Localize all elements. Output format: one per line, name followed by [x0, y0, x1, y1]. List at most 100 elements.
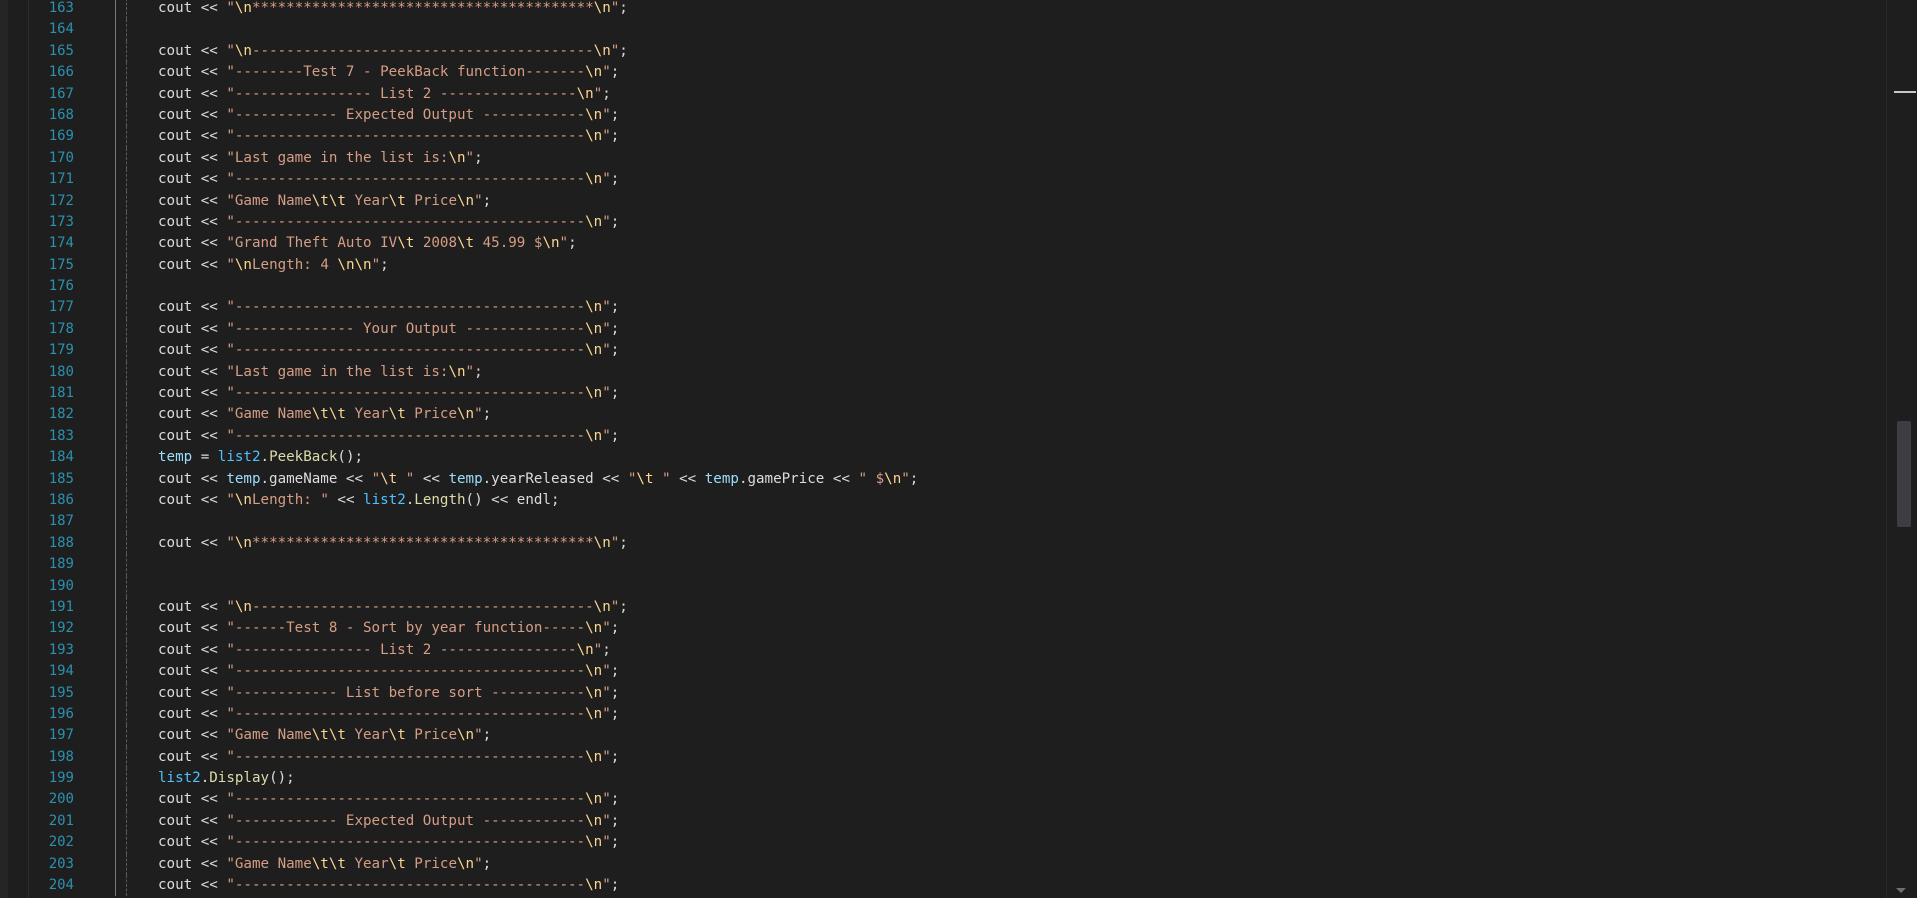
code-token: "	[602, 620, 611, 637]
line-number: 171	[48, 171, 74, 188]
code-line[interactable]: 166 cout << "--------Test 7 - PeekBack fu…	[0, 62, 1880, 84]
code-line[interactable]: 194 cout << "----------------------------…	[0, 661, 1880, 683]
code-token: \t\t	[311, 192, 346, 209]
code-line[interactable]: 183 cout << "----------------------------…	[0, 425, 1880, 448]
code-text: cout << "--------Test 7 - PeekBack funct…	[158, 62, 619, 83]
fold-guide	[115, 318, 116, 341]
code-line[interactable]: 164	[0, 19, 1880, 41]
code-line[interactable]: 165 cout << "\n--------------------------…	[0, 40, 1880, 63]
code-line[interactable]: 187	[0, 511, 1880, 533]
code-line[interactable]: 188 cout << "\n**************************…	[0, 532, 1880, 555]
fold-guide	[115, 169, 116, 191]
code-line[interactable]: 197 cout << "Game Name\t\t Year\t Price\n…	[0, 725, 1880, 747]
code-token: \n	[585, 684, 603, 701]
code-line[interactable]: 199 list2.Display();	[0, 768, 1880, 790]
code-line[interactable]: 163 cout << "\n**************************…	[0, 0, 1880, 20]
code-token: "	[602, 684, 611, 701]
code-token: "	[226, 0, 235, 16]
code-line[interactable]: 204 cout << "----------------------------…	[0, 875, 1880, 897]
scrollbar-thumb[interactable]	[1897, 421, 1911, 527]
code-line[interactable]: 195 cout << "------------ List before sor…	[0, 682, 1880, 704]
code-token: .	[200, 770, 210, 787]
code-line[interactable]: 172 cout << "Game Name\t\t Year\t Price\n…	[0, 190, 1880, 212]
code-line[interactable]: 180 cout << "Last game in the list is:\n"…	[0, 361, 1880, 384]
code-line[interactable]: 185 cout << temp.gameName << "\t " << tem…	[0, 468, 1880, 490]
code-line[interactable]: 173 cout << "----------------------------…	[0, 211, 1880, 234]
code-line[interactable]: 200 cout << "----------------------------…	[0, 789, 1880, 811]
code-line[interactable]: 167 cout << "---------------- List 2 ----…	[0, 83, 1880, 105]
code-token: \n	[457, 727, 475, 744]
code-token: \n	[576, 641, 594, 658]
code-line[interactable]: 171 cout << "----------------------------…	[0, 169, 1880, 191]
code-token: "	[593, 85, 603, 102]
code-line[interactable]: 201 cout << "------------ Expected Output…	[0, 810, 1880, 833]
fold-guide	[115, 789, 116, 811]
code-line[interactable]: 179 cout << "----------------------------…	[0, 340, 1880, 362]
code-token: ;	[610, 877, 620, 894]
code-line[interactable]: 192 cout << "------Test 8 - Sort by year …	[0, 618, 1880, 640]
code-token: \n	[585, 171, 603, 188]
code-line[interactable]: 198 cout << "----------------------------…	[0, 746, 1880, 769]
code-line[interactable]: 202 cout << "----------------------------…	[0, 832, 1880, 854]
code-line[interactable]: 182 cout << "Game Name\t\t Year\t Price\n…	[0, 404, 1880, 426]
code-line[interactable]: 196 cout << "----------------------------…	[0, 703, 1880, 726]
code-token: \n	[234, 534, 252, 551]
code-token: <<	[328, 491, 364, 508]
code-line[interactable]: 193 cout << "---------------- List 2 ----…	[0, 639, 1880, 662]
indent-guide	[126, 0, 127, 20]
fold-guide	[115, 596, 116, 619]
code-token: "	[593, 641, 603, 658]
code-token: "---------------------------------------…	[226, 834, 586, 851]
code-token: \n	[585, 834, 603, 851]
fold-guide	[115, 554, 116, 576]
code-token: \n	[593, 534, 611, 551]
code-token: \t	[388, 192, 406, 209]
code-text: cout << "-------------------------------…	[158, 832, 619, 853]
line-number: 204	[48, 877, 74, 894]
indent-guide	[126, 340, 127, 362]
code-text: cout << "-------------------------------…	[158, 747, 619, 768]
line-number: 200	[48, 791, 74, 808]
code-line[interactable]: 181 cout << "----------------------------…	[0, 383, 1880, 405]
code-line[interactable]: 189	[0, 554, 1880, 576]
code-line[interactable]: 169 cout << "----------------------------…	[0, 126, 1880, 148]
line-number: 166	[48, 64, 74, 81]
code-line[interactable]: 191 cout << "\n--------------------------…	[0, 596, 1880, 619]
code-line[interactable]: 176	[0, 276, 1880, 298]
code-token: cout <<	[158, 534, 227, 551]
code-line[interactable]: 175 cout << "\nLength: 4 \n\n";	[0, 254, 1880, 277]
code-token: ;	[610, 705, 620, 722]
code-token: \n\n	[337, 256, 372, 273]
indent-guide	[126, 511, 127, 533]
code-token: "	[610, 0, 620, 16]
code-token: " $	[858, 470, 885, 487]
code-token: "	[474, 192, 483, 209]
code-token: "---------------------------------------…	[226, 385, 586, 402]
code-token: ;	[610, 385, 620, 402]
code-editor[interactable]: 163 cout << "\n**************************…	[0, 0, 1917, 898]
code-line[interactable]: 186 cout << "\nLength: " << list2.Length(…	[0, 489, 1880, 512]
code-token: "	[559, 235, 569, 252]
code-line[interactable]: 203 cout << "Game Name\t\t Year\t Price\n…	[0, 853, 1880, 876]
scroll-down-arrow-icon[interactable]	[1896, 888, 1906, 893]
code-token: Year	[345, 727, 389, 744]
indent-guide	[126, 596, 127, 619]
code-line[interactable]: 177 cout << "----------------------------…	[0, 297, 1880, 319]
code-token: Year	[345, 192, 389, 209]
code-line[interactable]: 184 temp = list2.PeekBack();	[0, 447, 1880, 469]
code-line[interactable]: 190	[0, 575, 1880, 597]
code-line[interactable]: 178 cout << "-------------- Your Output -…	[0, 318, 1880, 341]
code-token: \n	[593, 0, 611, 16]
code-line[interactable]: 168 cout << "------------ Expected Output…	[0, 104, 1880, 127]
code-token: cout <<	[158, 149, 227, 166]
line-number: 203	[48, 855, 74, 872]
code-text: cout << "\n-----------------------------…	[158, 41, 628, 62]
code-token: "	[226, 256, 235, 273]
code-token: \t	[457, 235, 475, 252]
code-line[interactable]: 170 cout << "Last game in the list is:\n"…	[0, 147, 1880, 170]
vertical-scrollbar[interactable]	[1886, 0, 1917, 898]
code-line[interactable]: 174 cout << "Grand Theft Auto IV\t 2008\t…	[0, 233, 1880, 255]
code-lines[interactable]: 163 cout << "\n**************************…	[0, 0, 1880, 897]
code-token: temp	[704, 470, 739, 487]
line-number: 174	[48, 235, 74, 252]
